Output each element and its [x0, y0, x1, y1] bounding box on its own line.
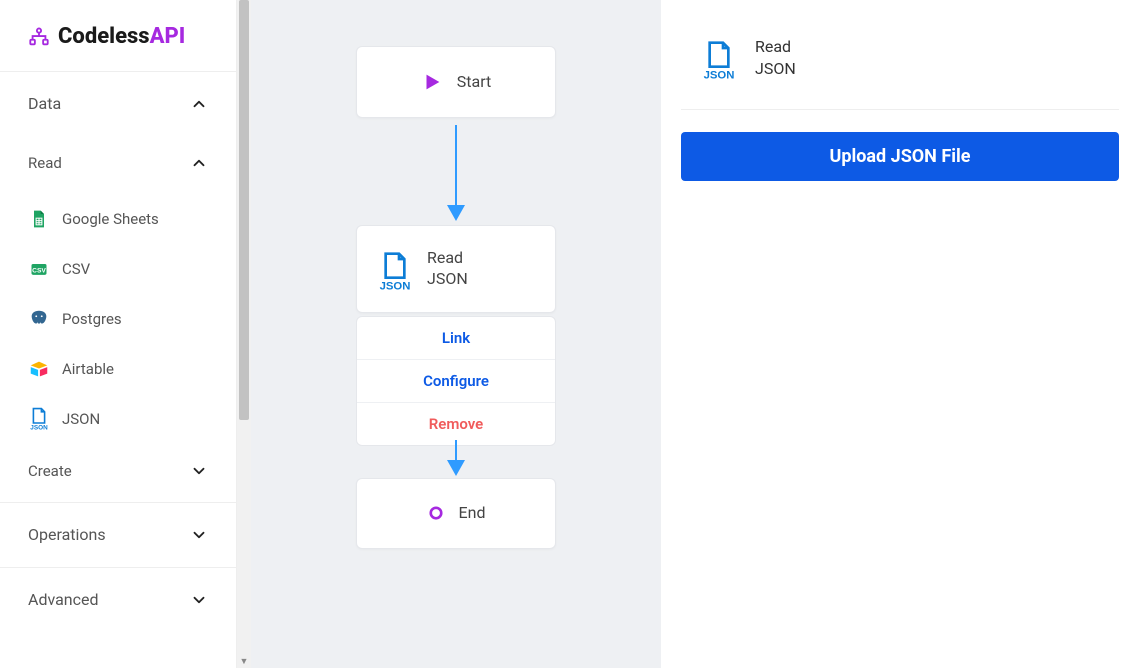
node-label: Start: [457, 72, 491, 93]
config-panel: JSON ReadJSON Upload JSON File: [661, 0, 1139, 668]
panel-header: JSON ReadJSON: [681, 36, 1119, 110]
svg-text:JSON: JSON: [380, 280, 411, 290]
sidebar-item-label: Postgres: [62, 310, 122, 328]
node-end[interactable]: End: [356, 478, 556, 549]
sidebar-item-google-sheets[interactable]: Google Sheets: [0, 194, 236, 244]
json-icon: JSON: [377, 251, 413, 287]
json-icon: JSON: [701, 40, 737, 76]
logo-text: CodelessAPI: [58, 24, 185, 49]
panel-title: ReadJSON: [755, 36, 796, 79]
sidebar-item-label: CSV: [62, 260, 90, 278]
node-start[interactable]: Start: [356, 46, 556, 118]
chevron-down-icon: [190, 591, 208, 609]
csv-icon: CSV: [28, 258, 50, 280]
chevron-down-icon: [190, 526, 208, 544]
logo-icon: [28, 26, 50, 48]
chevron-down-icon: [190, 462, 208, 480]
chevron-up-icon: [190, 95, 208, 113]
sidebar-item-label: JSON: [62, 410, 100, 428]
subsection-label: Create: [28, 462, 72, 480]
menu-item-link[interactable]: Link: [357, 317, 555, 360]
flow-arrow: [455, 125, 457, 205]
workflow-canvas[interactable]: Start JSON ReadJSON Link Configure Remov…: [251, 0, 661, 668]
menu-item-configure[interactable]: Configure: [357, 360, 555, 403]
sidebar-subsection-create[interactable]: Create: [0, 444, 236, 502]
scroll-down-icon[interactable]: ▼: [237, 654, 251, 668]
sidebar-item-label: Airtable: [62, 360, 114, 378]
arrow-head-icon: [447, 205, 465, 221]
svg-text:CSV: CSV: [32, 267, 46, 274]
scroll-thumb[interactable]: [239, 0, 249, 420]
sidebar-item-airtable[interactable]: Airtable: [0, 344, 236, 394]
arrow-head-icon: [447, 460, 465, 476]
flow-arrow: [455, 440, 457, 460]
sidebar-item-csv[interactable]: CSV CSV: [0, 244, 236, 294]
svg-text:JSON: JSON: [30, 424, 48, 431]
logo[interactable]: CodelessAPI: [0, 0, 236, 72]
sidebar-item-postgres[interactable]: Postgres: [0, 294, 236, 344]
sidebar-scrollbar[interactable]: ▲ ▼: [237, 0, 251, 668]
sidebar-item-json[interactable]: JSON JSON: [0, 394, 236, 444]
node-label: ReadJSON: [427, 248, 468, 290]
subsection-label: Read: [28, 154, 62, 172]
svg-text:JSON: JSON: [704, 69, 735, 79]
postgres-icon: [28, 308, 50, 330]
section-label: Data: [28, 94, 61, 113]
sidebar: CodelessAPI Data Read Google Sheets: [0, 0, 237, 668]
sidebar-section-operations[interactable]: Operations: [0, 502, 236, 567]
node-context-menu: Link Configure Remove: [356, 316, 556, 446]
sidebar-item-label: Google Sheets: [62, 210, 159, 228]
play-icon: [421, 71, 443, 93]
sidebar-section-data[interactable]: Data: [0, 72, 236, 136]
menu-item-remove[interactable]: Remove: [357, 403, 555, 445]
upload-json-button[interactable]: Upload JSON File: [681, 132, 1119, 181]
google-sheets-icon: [28, 208, 50, 230]
end-ring-icon: [427, 504, 445, 522]
section-label: Advanced: [28, 590, 99, 609]
sidebar-section-advanced[interactable]: Advanced: [0, 567, 236, 632]
json-icon: JSON: [28, 408, 50, 430]
chevron-up-icon: [190, 154, 208, 172]
node-read-json[interactable]: JSON ReadJSON: [356, 225, 556, 313]
section-label: Operations: [28, 525, 106, 544]
airtable-icon: [28, 358, 50, 380]
sidebar-subsection-read[interactable]: Read: [0, 136, 236, 194]
node-label: End: [459, 503, 486, 524]
